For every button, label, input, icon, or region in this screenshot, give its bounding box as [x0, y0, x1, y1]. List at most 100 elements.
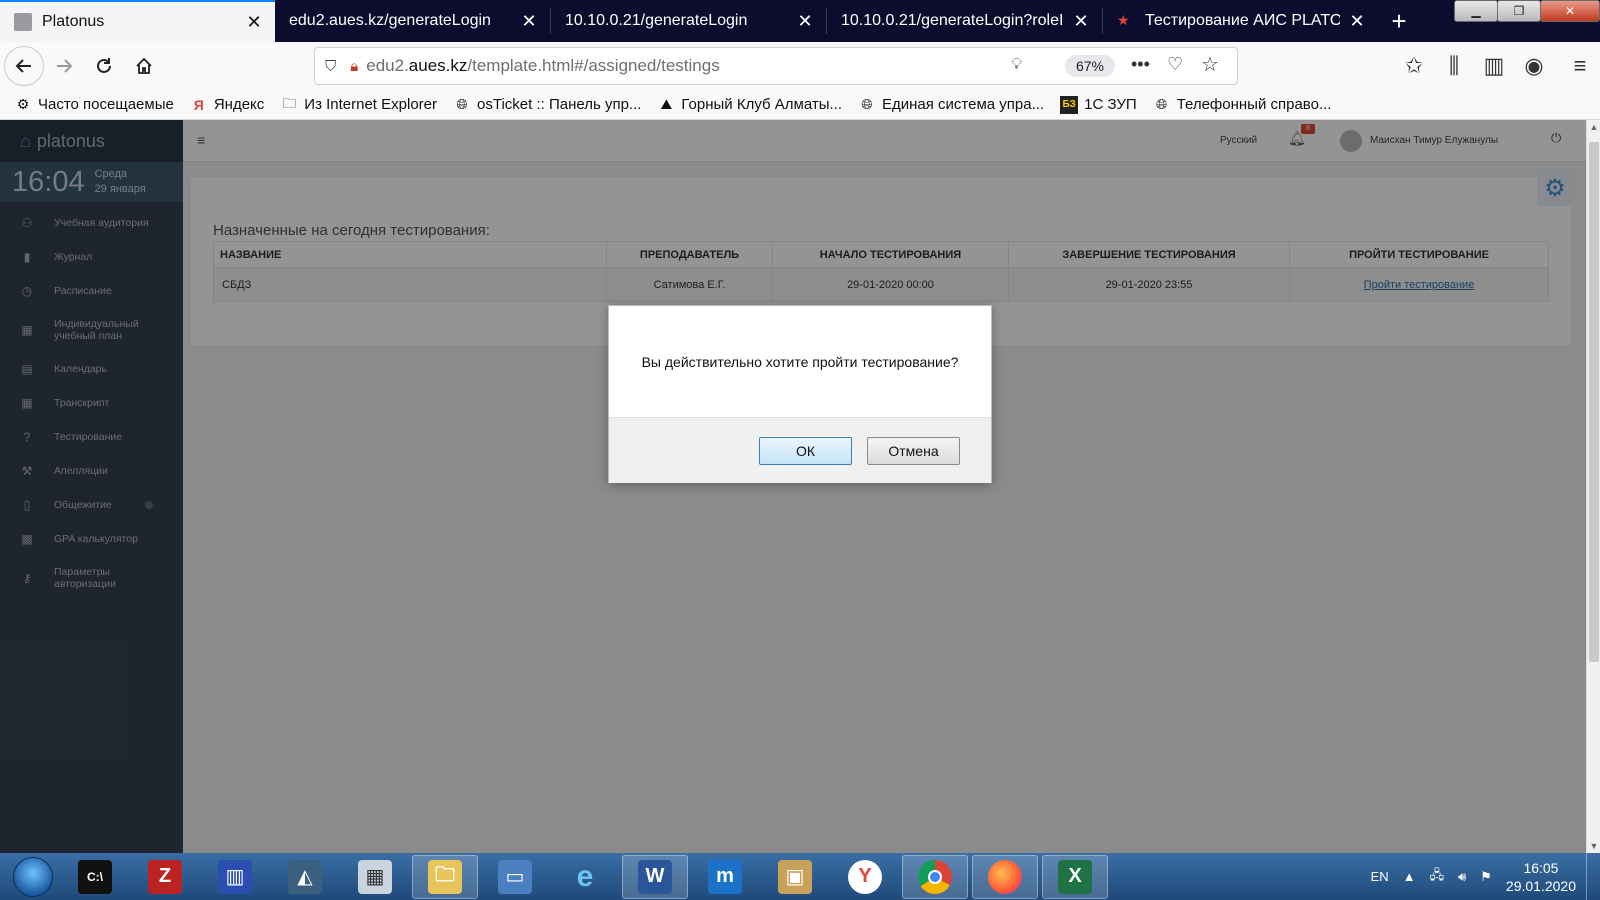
taskbar-app-mysql[interactable]: ◭ — [272, 855, 338, 899]
taskbar-app-package[interactable]: ▣ — [762, 855, 828, 899]
taskbar-app-word[interactable]: W — [622, 854, 688, 899]
books-icon: ▥ — [218, 859, 252, 894]
system-tray: EN ▲ 🖧︎ 🔊︎ ⚑ 16:05 29.01.2020 — [1371, 853, 1600, 900]
scroll-up-icon[interactable]: ▲ — [1587, 122, 1600, 132]
close-icon[interactable]: ✕ — [1070, 11, 1092, 32]
library-icon[interactable]: ⫼ — [1434, 46, 1474, 86]
tab-label: Platonus — [42, 13, 105, 30]
dolphin-icon: ◭ — [288, 859, 322, 894]
tab-label: Тестирование АИС PLATONU — [1145, 12, 1340, 29]
bookmark-star-icon[interactable]: ☆ — [1201, 52, 1219, 77]
tab-testing[interactable]: ★ Тестирование АИС PLATONU ✕ — [1103, 0, 1378, 42]
close-window-button[interactable]: ✕ — [1540, 0, 1600, 22]
mountain-icon: ⛰︎ — [660, 96, 673, 112]
taskbar-app-cmd[interactable]: C:\ — [62, 855, 128, 899]
pocket-icon[interactable]: ♡ — [1167, 54, 1183, 75]
folder-icon: 🗀︎ — [428, 859, 462, 894]
bookmark-item[interactable]: 🌐︎ Телефонный справо... — [1153, 96, 1331, 114]
taskbar-app-explorer[interactable]: 🗀︎ — [412, 854, 478, 899]
restore-button[interactable]: ❐ — [1497, 0, 1541, 22]
excel-icon: X — [1058, 859, 1092, 894]
taskbar-app-library[interactable]: ▥ — [202, 855, 268, 899]
clock-time: 16:05 — [1523, 859, 1559, 876]
taskbar-app-chrome[interactable] — [902, 854, 968, 899]
close-icon[interactable]: ✕ — [243, 12, 265, 33]
tab-label: 10.10.0.21/generateLogin?roleID= — [841, 12, 1064, 29]
shield-icon[interactable]: ⛉ — [325, 58, 336, 75]
minimize-button[interactable]: ▁ — [1454, 0, 1498, 22]
taskbar-app-filezilla[interactable]: Z — [132, 855, 198, 899]
new-tab-button[interactable]: + — [1378, 0, 1420, 42]
calculator-icon: ▦ — [358, 859, 392, 894]
taskbar-app-ie[interactable]: e — [552, 855, 618, 899]
yandex-icon: Я — [193, 96, 204, 113]
gear-icon: ⚙ — [16, 96, 30, 112]
scroll-thumb[interactable] — [1589, 142, 1599, 662]
volume-icon[interactable]: 🔊︎ — [1458, 869, 1466, 885]
bookmark-item[interactable]: 🗀︎ Из Internet Explorer — [280, 94, 437, 114]
taskbar-app-excel[interactable]: X — [1042, 854, 1108, 899]
word-icon: W — [638, 859, 672, 894]
page-icon — [14, 13, 32, 31]
bookmark-item[interactable]: БЗ 1С ЗУП — [1060, 95, 1137, 114]
reload-button[interactable] — [84, 46, 124, 86]
lightbulb-icon[interactable]: 💡︎ — [1011, 56, 1022, 74]
close-icon[interactable]: ✕ — [1346, 11, 1368, 32]
bookmark-item[interactable]: Я Яндекс — [190, 96, 264, 114]
taskbar-app-remote-desktop[interactable]: ▭ — [482, 855, 548, 899]
network-icon[interactable]: 🖧︎ — [1430, 866, 1445, 888]
tab-generate-login-role[interactable]: 10.10.0.21/generateLogin?roleID= ✕ — [827, 0, 1102, 42]
url-text[interactable]: edu2.aues.kz/template.html#/assigned/tes… — [366, 56, 719, 76]
toolbar-right: ✩ ⫼ ▥ ◉ ≡ — [1394, 42, 1600, 90]
close-icon[interactable]: ✕ — [518, 11, 540, 32]
taskbar-app-yandex[interactable]: Y — [832, 855, 898, 899]
windows-logo-icon — [13, 856, 53, 897]
window-controls: ▁ ❐ ✕ — [1454, 0, 1600, 24]
clock-date: 29.01.2020 — [1505, 877, 1576, 894]
arrow-left-icon — [15, 59, 31, 73]
forward-button[interactable] — [44, 46, 84, 86]
account-icon[interactable]: ◉ — [1514, 46, 1554, 86]
terminal-icon: C:\ — [78, 859, 112, 894]
tab-edu2-login[interactable]: edu2.aues.kz/generateLogin ✕ — [275, 0, 550, 42]
input-language[interactable]: EN — [1371, 869, 1389, 884]
bookmark-item[interactable]: 🌐︎ Единая система упра... — [858, 96, 1044, 114]
page-scrollbar[interactable]: ▲ ▼ — [1586, 120, 1600, 853]
show-desktop-button[interactable] — [1586, 853, 1600, 900]
bookmarks-menu-icon[interactable]: ✩ — [1394, 46, 1434, 86]
start-button[interactable] — [8, 855, 58, 899]
reload-icon — [97, 58, 111, 73]
bookmark-item[interactable]: ⚙ Часто посещаемые — [14, 96, 174, 114]
ok-button[interactable]: ОК — [759, 436, 852, 465]
1c-icon: БЗ — [1060, 95, 1079, 114]
scroll-down-icon[interactable]: ▼ — [1587, 841, 1600, 851]
modal-backdrop — [0, 120, 1586, 853]
tray-expand-icon[interactable]: ▲ — [1403, 869, 1416, 884]
folder-icon: 🗀︎ — [282, 94, 297, 111]
dialog-footer: ОК Отмена — [609, 417, 991, 483]
close-icon[interactable]: ✕ — [794, 11, 816, 32]
taskbar-app-maxthon[interactable]: m — [692, 855, 758, 899]
home-button[interactable] — [124, 46, 164, 86]
home-icon — [136, 57, 152, 74]
cancel-button[interactable]: Отмена — [867, 436, 960, 465]
taskbar-app-calculator[interactable]: ▦ — [342, 855, 408, 899]
more-actions-icon[interactable]: ••• — [1131, 54, 1150, 75]
internet-explorer-icon: e — [576, 859, 594, 893]
zoom-indicator[interactable]: 67% — [1065, 55, 1115, 77]
sidebar-toggle-icon[interactable]: ▥ — [1474, 46, 1514, 86]
star-logo-icon: ★ — [1117, 12, 1130, 28]
insecure-lock-icon[interactable]: 🔒︎ — [350, 58, 358, 75]
action-center-flag-icon[interactable]: ⚑ — [1480, 869, 1492, 885]
filezilla-icon: Z — [148, 859, 182, 894]
bookmark-item[interactable]: 🌐︎ osTicket :: Панель упр... — [453, 96, 641, 114]
url-bar[interactable]: ⛉ 🔒︎ edu2.aues.kz/template.html#/assigne… — [314, 47, 1238, 85]
taskbar-clock[interactable]: 16:05 29.01.2020 — [1506, 859, 1576, 895]
menu-icon[interactable]: ≡ — [1560, 46, 1600, 86]
taskbar-app-firefox[interactable] — [972, 854, 1038, 899]
tab-platonus[interactable]: Platonus ✕ — [0, 0, 275, 42]
bookmark-item[interactable]: ⛰︎ Горный Клуб Алматы... — [657, 96, 842, 114]
tab-generate-login[interactable]: 10.10.0.21/generateLogin ✕ — [551, 0, 826, 42]
back-button[interactable] — [4, 46, 44, 86]
confirm-dialog: Вы действительно хотите пройти тестирова… — [608, 305, 992, 483]
